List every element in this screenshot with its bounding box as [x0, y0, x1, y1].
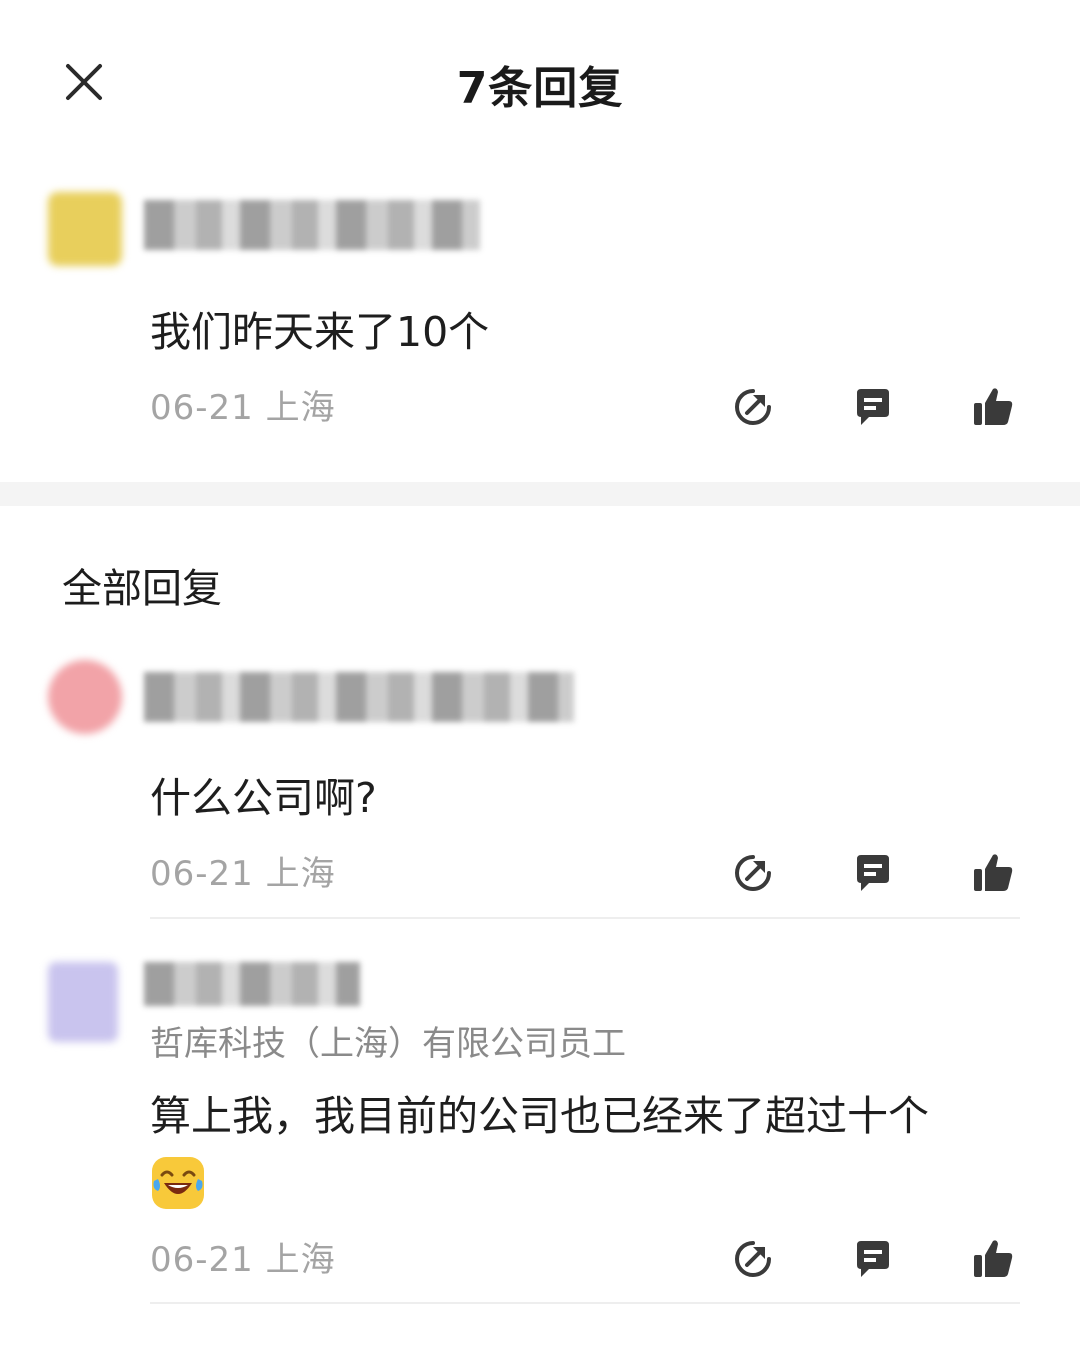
username-redacted[interactable]	[144, 962, 360, 1006]
reply-text-body: 算上我，我目前的公司也已经来了超过十个	[150, 1092, 929, 1140]
replies-sheet: 7条回复 我们昨天来了10个 06-21 上海 全部回复 什么公司啊? 06-2…	[0, 0, 1080, 1345]
like-icon	[974, 388, 1013, 425]
share-button[interactable]	[728, 382, 778, 432]
reply-text: 算上我，我目前的公司也已经来了超过十个	[150, 1084, 1010, 1212]
row-divider	[150, 1302, 1020, 1304]
share-icon	[735, 855, 771, 891]
reply-meta: 06-21 上海	[150, 1240, 336, 1280]
comment-meta: 06-21 上海	[150, 388, 336, 428]
reply-button[interactable]	[848, 1234, 898, 1284]
comment-text: 我们昨天来了10个	[150, 308, 490, 356]
like-button[interactable]	[968, 382, 1018, 432]
share-icon	[735, 1241, 771, 1277]
reply-text: 什么公司啊?	[150, 774, 377, 822]
page-title: 7条回复	[456, 63, 624, 114]
reply-button[interactable]	[848, 848, 898, 898]
avatar[interactable]	[48, 192, 122, 266]
user-affiliation: 哲库科技（上海）有限公司员工	[150, 1024, 626, 1064]
avatar[interactable]	[48, 660, 122, 734]
like-icon	[974, 1240, 1013, 1277]
sheet-header: 7条回复	[0, 0, 1080, 165]
like-button[interactable]	[968, 1234, 1018, 1284]
avatar[interactable]	[48, 962, 118, 1042]
share-icon	[735, 389, 771, 425]
section-divider	[0, 482, 1080, 506]
all-replies-heading: 全部回复	[62, 566, 222, 612]
reply-meta: 06-21 上海	[150, 854, 336, 894]
username-redacted[interactable]	[144, 672, 574, 722]
laughing-crying-emoji-icon	[150, 1155, 206, 1211]
reply-icon	[857, 855, 889, 891]
row-divider	[150, 917, 1020, 919]
reply-button[interactable]	[848, 382, 898, 432]
share-button[interactable]	[728, 1234, 778, 1284]
reply-icon	[857, 1241, 889, 1277]
share-button[interactable]	[728, 848, 778, 898]
username-redacted[interactable]	[144, 200, 480, 250]
reply-icon	[857, 389, 889, 425]
like-button[interactable]	[968, 848, 1018, 898]
like-icon	[974, 854, 1013, 891]
